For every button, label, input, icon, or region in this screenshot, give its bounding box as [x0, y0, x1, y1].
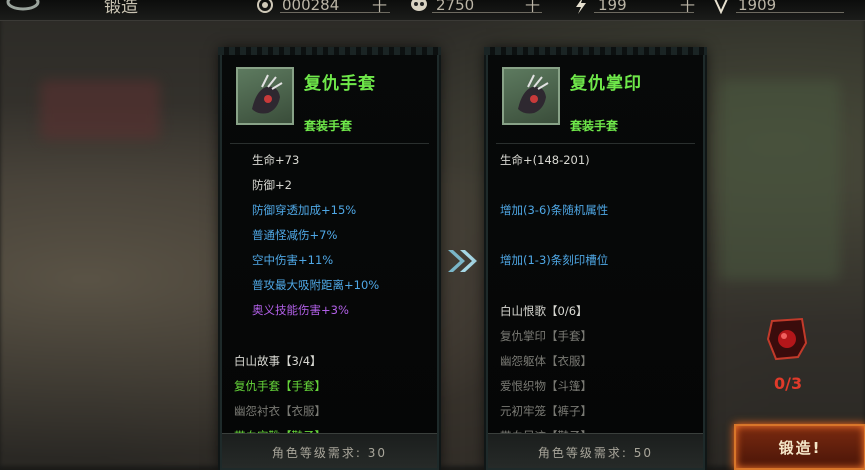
energy-underline — [594, 12, 694, 13]
claw-glove-icon — [518, 74, 549, 114]
gem-currency-icon — [714, 0, 728, 14]
coin-underline — [280, 12, 390, 13]
forge-button[interactable]: 锻造! — [734, 424, 865, 470]
stat-line: 生命+73 — [252, 153, 300, 167]
stat-line: 生命+(148-201) — [500, 153, 590, 167]
add-energy-button[interactable]: 十 — [680, 0, 695, 16]
stat-line: 奥义技能伤害+3% — [252, 303, 349, 317]
gauntlet-icon — [502, 67, 560, 125]
set-item: 复仇手套【手套】 — [234, 379, 326, 393]
set-name: 白山恨歌【0/6】 — [500, 304, 588, 318]
set-item: 复仇掌印【手套】 — [500, 329, 592, 343]
energy-resource: 199 — [572, 0, 627, 16]
lightning-icon — [576, 0, 586, 14]
stat-line: 增加(1-3)条刻印槽位 — [500, 253, 609, 267]
stat-line: 普攻最大吸附距离+10% — [252, 278, 380, 292]
page-title: 锻造 — [104, 0, 138, 17]
stat-line: 增加(3-6)条随机属性 — [500, 203, 609, 217]
item-name: 复仇掌印 — [570, 74, 642, 94]
top-bar: 锻造 000284 十 2750 十 199 十 1909 — [0, 0, 865, 21]
back-icon[interactable] — [6, 0, 40, 14]
level-requirement: 角色等级需求: 50 — [537, 446, 654, 460]
stat-line: 普通怪减伤+7% — [252, 228, 338, 242]
set-item: 幽怨衬衣【衣服】 — [234, 404, 326, 418]
requirement-bar: 角色等级需求: 30 — [222, 433, 437, 468]
forge-result-panel: 复仇掌印 套装手套 生命+(148-201) 增加(3-6)条随机属性 增加(1… — [484, 47, 707, 470]
skull-underline — [432, 12, 542, 13]
coin-resource: 000284 — [256, 0, 339, 16]
set-item: 元初牢笼【裤子】 — [500, 404, 592, 418]
background-decoration — [720, 80, 840, 280]
item-name: 复仇手套 — [304, 74, 376, 94]
stat-line: 空中伤害+11% — [252, 253, 334, 267]
double-arrow-icon — [448, 250, 477, 272]
coin-icon — [257, 0, 273, 13]
add-coin-button[interactable]: 十 — [372, 0, 387, 16]
divider — [496, 143, 695, 144]
gauntlet-icon — [236, 67, 294, 125]
background-decoration — [40, 80, 160, 140]
set-name: 白山故事【3/4】 — [234, 354, 322, 368]
skull-resource: 2750 — [410, 0, 474, 16]
claw-glove-icon — [252, 74, 283, 114]
gem-underline — [736, 12, 844, 13]
stat-line: 防御穿透加成+15% — [252, 203, 357, 217]
set-item: 爱恨织物【斗篷】 — [500, 379, 592, 393]
skull-icon — [411, 0, 427, 11]
material-count: 0/3 — [774, 374, 803, 393]
current-item-panel: 复仇手套 套装手套 生命+73 防御+2 防御穿透加成+15% 普通怪减伤+7%… — [218, 47, 441, 470]
item-type: 套装手套 — [304, 119, 353, 133]
item-type: 套装手套 — [570, 119, 619, 133]
gem-resource: 1909 — [712, 0, 776, 16]
set-item: 幽怨躯体【衣服】 — [500, 354, 592, 368]
forge-material-icon[interactable] — [762, 313, 812, 363]
divider — [230, 143, 429, 144]
add-skull-button[interactable]: 十 — [525, 0, 540, 16]
level-requirement: 角色等级需求: 30 — [271, 446, 388, 460]
stat-line: 防御+2 — [252, 178, 292, 192]
requirement-bar: 角色等级需求: 50 — [488, 433, 703, 468]
